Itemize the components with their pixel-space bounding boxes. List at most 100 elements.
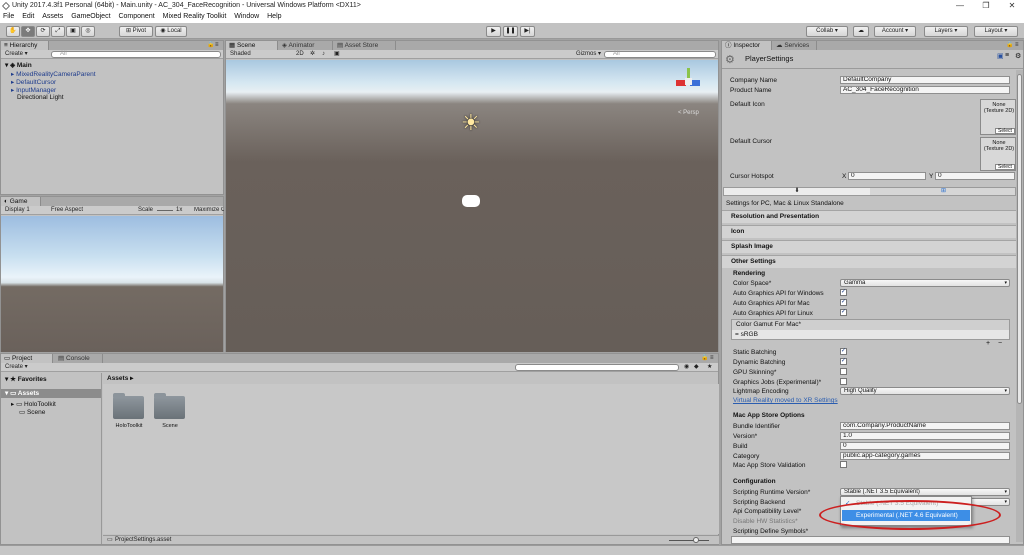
- scale-slider[interactable]: [157, 210, 173, 211]
- hierarchy-create-button[interactable]: Create ▾: [5, 51, 28, 58]
- company-name-input[interactable]: DefaultCompany: [840, 76, 1010, 84]
- default-icon-slot[interactable]: None (Texture 2D) Select: [980, 99, 1016, 135]
- tab-inspector[interactable]: ⓘ Inspector: [722, 41, 772, 50]
- default-cursor-slot[interactable]: None (Texture 2D) Select: [980, 137, 1016, 171]
- panel-menu-icon[interactable]: ≡: [710, 355, 714, 362]
- project-tree-item[interactable]: ▭ Scene: [19, 408, 45, 416]
- project-tree-item[interactable]: ▸ ▭ HoloToolkit: [11, 400, 56, 408]
- game-viewport[interactable]: [1, 216, 223, 352]
- scale-tool-icon[interactable]: ⤢: [51, 26, 65, 37]
- lock-icon[interactable]: 🔒: [1006, 42, 1013, 49]
- gpu-skinning-checkbox[interactable]: [840, 368, 847, 375]
- product-name-input[interactable]: AC_304_FaceRecognition: [840, 86, 1010, 94]
- asset-folder-scene[interactable]: [154, 393, 185, 419]
- menu-edit[interactable]: Edit: [19, 12, 37, 21]
- dynamic-batching-checkbox[interactable]: ✓: [840, 358, 847, 365]
- section-splash[interactable]: Splash Image: [722, 240, 1017, 253]
- category-input[interactable]: public.app-category.games: [840, 452, 1010, 460]
- account-dropdown[interactable]: Account ▾: [874, 26, 916, 37]
- maximize-on-play-toggle[interactable]: Maximize O: [194, 207, 224, 214]
- section-other-settings[interactable]: Other Settings: [722, 255, 1017, 268]
- display-dropdown[interactable]: Display 1: [5, 207, 30, 214]
- scene-audio-icon[interactable]: ♪: [322, 51, 325, 58]
- list-remove-button[interactable]: −: [998, 340, 1002, 347]
- panel-menu-icon[interactable]: ≡: [215, 42, 219, 49]
- hierarchy-search-input[interactable]: All: [51, 51, 221, 58]
- tab-asset-store[interactable]: ▤ Asset Store: [334, 41, 396, 50]
- scene-search-input[interactable]: All: [604, 51, 716, 58]
- shading-mode-dropdown[interactable]: Shaded: [230, 51, 251, 58]
- play-button[interactable]: ▶: [486, 26, 501, 37]
- menu-component[interactable]: Component: [115, 12, 157, 21]
- toggle-2d-button[interactable]: 2D: [296, 51, 304, 58]
- inspector-scrollbar-thumb[interactable]: [1017, 74, 1022, 404]
- camera-icon[interactable]: [462, 195, 480, 207]
- help-icon[interactable]: ▣: [997, 52, 1004, 60]
- rotate-tool-icon[interactable]: ⟳: [36, 26, 50, 37]
- filter-label-icon[interactable]: ◆: [694, 364, 699, 371]
- aspect-dropdown[interactable]: Free Aspect: [51, 207, 83, 214]
- section-resolution[interactable]: Resolution and Presentation: [722, 210, 1017, 223]
- asset-folder-holotoolkit[interactable]: [113, 393, 144, 419]
- step-button[interactable]: ▶|: [520, 26, 535, 37]
- persp-label[interactable]: < Persp: [678, 110, 699, 116]
- close-button[interactable]: ✕: [1001, 0, 1023, 12]
- auto-graphics-windows-checkbox[interactable]: ✓: [840, 289, 847, 296]
- transform-tool-icon[interactable]: ◎: [81, 26, 95, 37]
- move-tool-icon[interactable]: ✥: [21, 26, 35, 37]
- auto-graphics-mac-checkbox[interactable]: ✓: [840, 299, 847, 306]
- lock-icon[interactable]: 🔒: [207, 42, 214, 49]
- tab-scene[interactable]: ▦ Scene: [226, 41, 278, 50]
- scene-lighting-icon[interactable]: ✲: [310, 51, 315, 58]
- scene-effects-icon[interactable]: ▣: [334, 51, 340, 58]
- vr-settings-link[interactable]: Virtual Reality moved to XR Settings: [733, 397, 838, 404]
- filter-type-icon[interactable]: ◉: [684, 364, 689, 371]
- bundle-identifier-input[interactable]: com.Company.ProductName: [840, 422, 1010, 430]
- layout-dropdown[interactable]: Layout ▾: [974, 26, 1018, 37]
- local-toggle[interactable]: ◉ Local: [155, 26, 187, 37]
- hierarchy-item[interactable]: Directional Light: [17, 94, 64, 101]
- icon-size-slider-thumb[interactable]: [693, 537, 699, 543]
- presets-icon[interactable]: ≡: [1005, 52, 1009, 59]
- static-batching-checkbox[interactable]: ✓: [840, 348, 847, 355]
- scripting-define-symbols-input[interactable]: [731, 536, 1010, 544]
- select-button[interactable]: Select: [995, 164, 1015, 170]
- section-icon[interactable]: Icon: [722, 225, 1017, 238]
- inspector-scrollbar[interactable]: [1016, 70, 1023, 542]
- collab-button[interactable]: Collab ▾: [806, 26, 848, 37]
- platform-tab-uwp[interactable]: ⊞: [871, 188, 1016, 195]
- layers-dropdown[interactable]: Layers ▾: [924, 26, 968, 37]
- project-create-button[interactable]: Create ▾: [5, 364, 28, 371]
- cloud-icon[interactable]: ☁: [853, 26, 869, 37]
- lightmap-encoding-dropdown[interactable]: High Quality ▾: [840, 387, 1010, 395]
- menu-window[interactable]: Window: [231, 12, 262, 21]
- tab-services[interactable]: ☁ Services: [773, 41, 817, 50]
- platform-tab-standalone[interactable]: ⬇: [724, 188, 870, 195]
- hierarchy-item[interactable]: ▸ InputManager: [11, 86, 56, 94]
- build-input[interactable]: 0: [840, 442, 1010, 450]
- menu-file[interactable]: File: [0, 12, 17, 21]
- panel-menu-icon[interactable]: ≡: [1015, 42, 1019, 49]
- select-button[interactable]: Select: [995, 128, 1015, 134]
- hand-tool-icon[interactable]: ✋: [6, 26, 20, 37]
- rect-tool-icon[interactable]: ▣: [66, 26, 80, 37]
- project-search-input[interactable]: [515, 364, 679, 371]
- scene-root-row[interactable]: ▾ ◈ Main: [5, 61, 32, 69]
- menu-help[interactable]: Help: [264, 12, 284, 21]
- assets-breadcrumb[interactable]: Assets ▸: [107, 374, 133, 382]
- hierarchy-item[interactable]: ▸ DefaultCursor: [11, 78, 56, 86]
- scene-gizmo-icon[interactable]: [676, 68, 700, 96]
- assets-root-row[interactable]: ▾ ▭ Assets: [1, 389, 101, 398]
- directional-light-icon[interactable]: ☀: [461, 110, 481, 136]
- graphics-jobs-checkbox[interactable]: [840, 378, 847, 385]
- menu-assets[interactable]: Assets: [39, 12, 66, 21]
- color-space-dropdown[interactable]: Gamma ▾: [840, 279, 1010, 287]
- mac-store-validation-checkbox[interactable]: [840, 461, 847, 468]
- component-menu-icon[interactable]: ⚙: [1015, 52, 1021, 60]
- hotspot-x-input[interactable]: 0: [848, 172, 926, 180]
- scripting-runtime-dropdown[interactable]: Stable (.NET 3.5 Equivalent) ▾: [840, 488, 1010, 496]
- scene-viewport[interactable]: ☀ < Persp: [226, 60, 718, 352]
- list-add-button[interactable]: +: [986, 340, 990, 347]
- tab-hierarchy[interactable]: ≡ Hierarchy: [1, 41, 49, 50]
- maximize-button[interactable]: ❐: [975, 0, 997, 12]
